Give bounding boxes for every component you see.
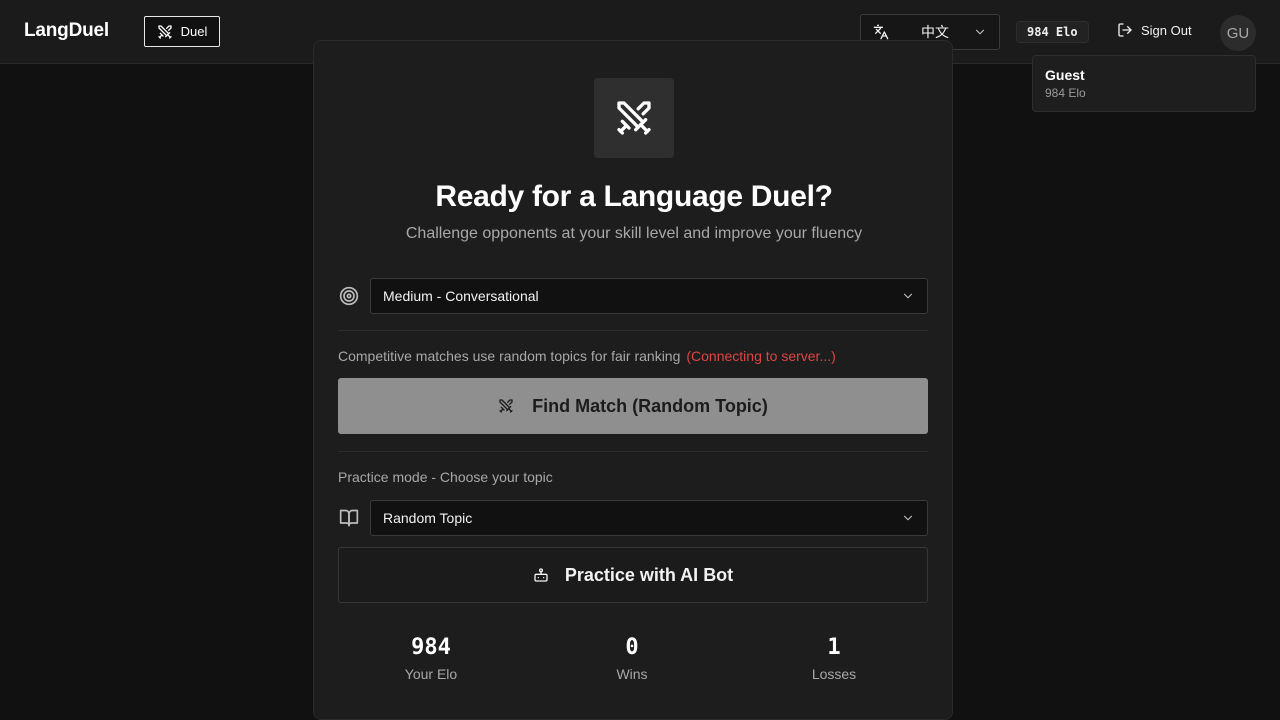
language-selected-value: 中文	[921, 25, 949, 41]
connection-status: (Connecting to server...)	[686, 348, 836, 364]
stat-value: 984	[411, 635, 451, 660]
practice-note: Practice mode - Choose your topic	[338, 469, 553, 485]
user-popover: Guest 984 Elo	[1032, 55, 1256, 112]
nav-duel-label: Duel	[180, 24, 208, 39]
divider	[338, 330, 928, 331]
avatar[interactable]: GU	[1220, 15, 1256, 51]
page-title: Ready for a Language Duel?	[435, 180, 833, 213]
brand-logo[interactable]: LangDuel	[24, 20, 109, 42]
find-match-label: Find Match (Random Topic)	[532, 395, 768, 416]
user-name: Guest	[1045, 67, 1085, 83]
stat-label: Losses	[811, 666, 857, 682]
translate-icon	[873, 24, 889, 40]
log-out-icon	[1117, 22, 1133, 38]
stat-label: Wins	[616, 666, 648, 682]
bot-icon	[533, 567, 549, 583]
crossed-swords-icon	[157, 24, 173, 40]
user-elo: 984 Elo	[1045, 86, 1086, 100]
stat-wins: 0 Wins	[542, 635, 722, 682]
divider	[338, 451, 928, 452]
sign-out-label: Sign Out	[1141, 22, 1192, 38]
book-icon	[338, 507, 360, 529]
stat-label: Your Elo	[404, 666, 458, 682]
stat-elo: 984 Your Elo	[341, 635, 521, 682]
chevron-down-icon	[901, 289, 915, 303]
elo-badge: 984 Elo	[1016, 21, 1089, 43]
topic-select[interactable]: Random Topic	[370, 500, 928, 536]
topic-selected-value: Random Topic	[383, 510, 473, 526]
competitive-note-text: Competitive matches use random topics fo…	[338, 348, 681, 364]
competitive-note: Competitive matches use random topics fo…	[338, 348, 836, 364]
crossed-swords-icon	[498, 398, 514, 414]
sign-out-button[interactable]: Sign Out	[1117, 22, 1192, 38]
find-match-button[interactable]: Find Match (Random Topic)	[338, 378, 928, 434]
stat-losses: 1 Losses	[744, 635, 924, 682]
nav-duel-button[interactable]: Duel	[144, 16, 220, 47]
difficulty-selected-value: Medium - Conversational	[383, 288, 539, 304]
duel-card: Ready for a Language Duel? Challenge opp…	[313, 40, 953, 720]
chevron-down-icon	[973, 25, 987, 39]
crossed-swords-icon	[594, 78, 674, 158]
practice-label: Practice with AI Bot	[564, 564, 734, 585]
page-subtitle: Challenge opponents at your skill level …	[405, 225, 863, 242]
practice-ai-bot-button[interactable]: Practice with AI Bot	[338, 547, 928, 603]
chevron-down-icon	[901, 511, 915, 525]
target-icon	[338, 285, 360, 307]
stat-value: 0	[625, 635, 639, 660]
difficulty-select[interactable]: Medium - Conversational	[370, 278, 928, 314]
stat-value: 1	[827, 635, 841, 660]
